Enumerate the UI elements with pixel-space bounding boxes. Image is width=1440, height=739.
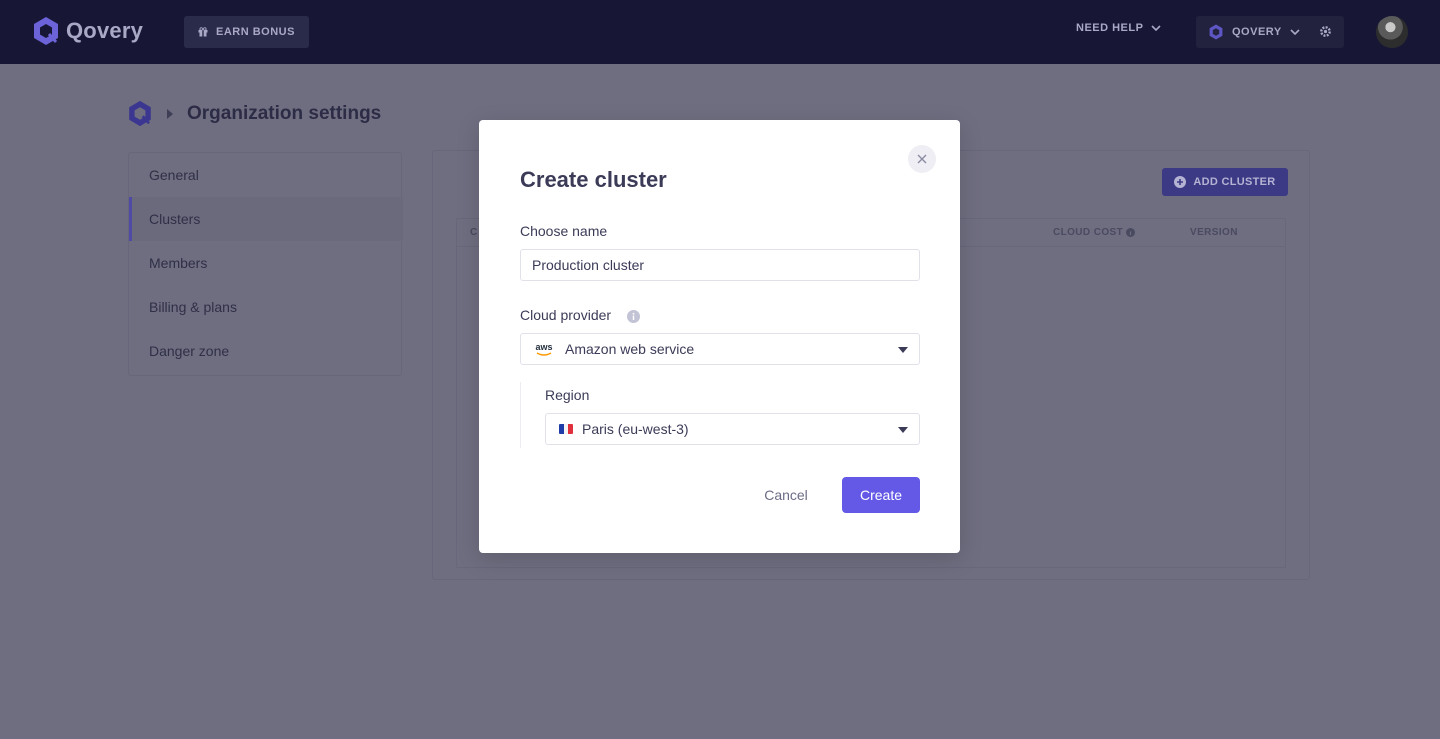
cloud-provider-label: Cloud provider — [520, 307, 612, 323]
chevron-down-icon — [1151, 25, 1162, 31]
cloud-provider-value: Amazon web service — [565, 341, 695, 357]
sidebar-item-label: General — [149, 167, 199, 183]
sidebar-item-general[interactable]: General — [129, 153, 403, 197]
region-select[interactable]: Paris (eu-west-3) — [545, 413, 920, 445]
top-navigation-bar: Qovery EARN BONUS NEED HELP QOVERY — [0, 0, 1440, 64]
sidebar-item-members[interactable]: Members — [129, 241, 403, 285]
qovery-logo[interactable] — [127, 100, 153, 127]
sidebar-item-clusters[interactable]: Clusters — [129, 197, 403, 241]
qovery-logo — [1209, 24, 1223, 40]
organization-switcher[interactable]: QOVERY — [1196, 16, 1344, 48]
user-avatar[interactable] — [1376, 16, 1408, 48]
create-button[interactable]: Create — [842, 477, 920, 513]
plus-circle-icon — [1174, 176, 1187, 188]
sidebar-item-label: Billing & plans — [149, 299, 237, 315]
organization-name: QOVERY — [1232, 26, 1282, 38]
create-cluster-modal: Create cluster Choose name Production cl… — [479, 120, 960, 553]
region-indent-line — [520, 382, 521, 448]
close-button[interactable] — [908, 145, 936, 173]
sidebar-item-billing[interactable]: Billing & plans — [129, 285, 403, 329]
need-help-label: NEED HELP — [1076, 22, 1144, 34]
add-cluster-label: ADD CLUSTER — [1193, 176, 1276, 188]
column-header: C — [470, 227, 478, 238]
cancel-button[interactable]: Cancel — [747, 477, 825, 513]
need-help-menu[interactable]: NEED HELP — [1076, 22, 1162, 34]
column-header-label: CLOUD COST — [1053, 227, 1124, 238]
column-header-cloud-cost: CLOUD COST — [1053, 227, 1136, 238]
column-header: VERSION — [1190, 227, 1238, 238]
settings-sidebar: General Clusters Members Billing & plans… — [128, 152, 403, 376]
brand-name: Qovery — [66, 18, 144, 43]
cloud-provider-select[interactable]: aws Amazon web service — [520, 333, 920, 365]
region-label: Region — [545, 387, 590, 403]
info-icon — [1126, 228, 1136, 237]
sidebar-item-label: Danger zone — [149, 343, 230, 359]
cluster-name-input[interactable]: Production cluster — [520, 249, 920, 281]
sidebar-item-danger-zone[interactable]: Danger zone — [129, 329, 403, 373]
sidebar-item-label: Members — [149, 255, 208, 271]
region-value: Paris (eu-west-3) — [582, 421, 689, 437]
qovery-logo — [34, 17, 58, 45]
earn-bonus-label: EARN BONUS — [216, 26, 295, 38]
page-title: Organization settings — [187, 102, 382, 124]
aws-logo: aws — [534, 341, 554, 356]
close-icon — [917, 154, 927, 164]
gift-icon — [198, 27, 208, 37]
chevron-down-icon — [1290, 29, 1300, 35]
gear-icon[interactable] — [1319, 25, 1332, 38]
caret-down-icon — [898, 347, 908, 353]
aws-logo-text: aws — [535, 341, 553, 352]
sidebar-item-label: Clusters — [149, 211, 201, 227]
caret-down-icon — [898, 427, 908, 433]
breadcrumb-arrow-icon — [167, 108, 173, 119]
france-flag-icon — [559, 424, 573, 434]
breadcrumb: Organization settings — [127, 100, 381, 127]
cluster-name-value: Production cluster — [532, 257, 645, 273]
name-label: Choose name — [520, 223, 608, 239]
modal-title: Create cluster — [520, 167, 667, 192]
add-cluster-button[interactable]: ADD CLUSTER — [1162, 168, 1288, 196]
earn-bonus-button[interactable]: EARN BONUS — [184, 16, 309, 48]
info-icon[interactable] — [627, 310, 640, 323]
brand[interactable]: Qovery — [32, 16, 143, 46]
